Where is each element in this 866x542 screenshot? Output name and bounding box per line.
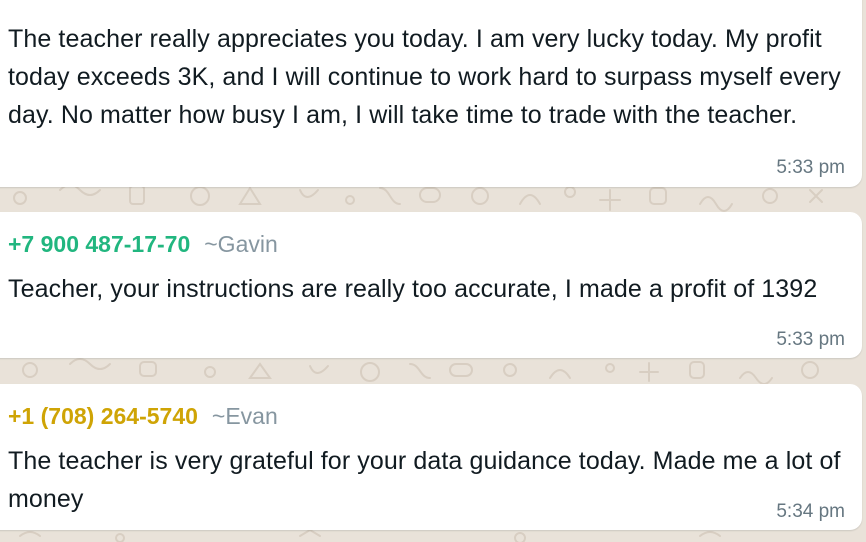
message-text: The teacher is very grateful for your da… <box>8 447 841 513</box>
sender-alias: ~Evan <box>211 403 278 429</box>
sender-phone[interactable]: +1 (708) 264-5740 <box>8 403 198 429</box>
message-timestamp: 5:33 pm <box>776 157 845 178</box>
sender-header: +7 900 487-17-70 ~Gavin <box>8 230 278 258</box>
sender-phone[interactable]: +7 900 487-17-70 <box>8 231 190 257</box>
message-text: Teacher, your instructions are really to… <box>8 275 818 303</box>
message-bubble[interactable]: The teacher really appreciates you today… <box>0 0 862 187</box>
sender-header: +1 (708) 264-5740 ~Evan <box>8 402 278 430</box>
message-bubble[interactable]: +7 900 487-17-70 ~Gavin Teacher, your ins… <box>0 212 862 358</box>
message-bubble[interactable]: +1 (708) 264-5740 ~Evan The teacher is ve… <box>0 384 862 530</box>
sender-alias: ~Gavin <box>204 231 278 257</box>
message-timestamp: 5:33 pm <box>776 329 845 350</box>
message-text: The teacher really appreciates you today… <box>8 25 841 129</box>
message-timestamp: 5:34 pm <box>776 501 845 522</box>
